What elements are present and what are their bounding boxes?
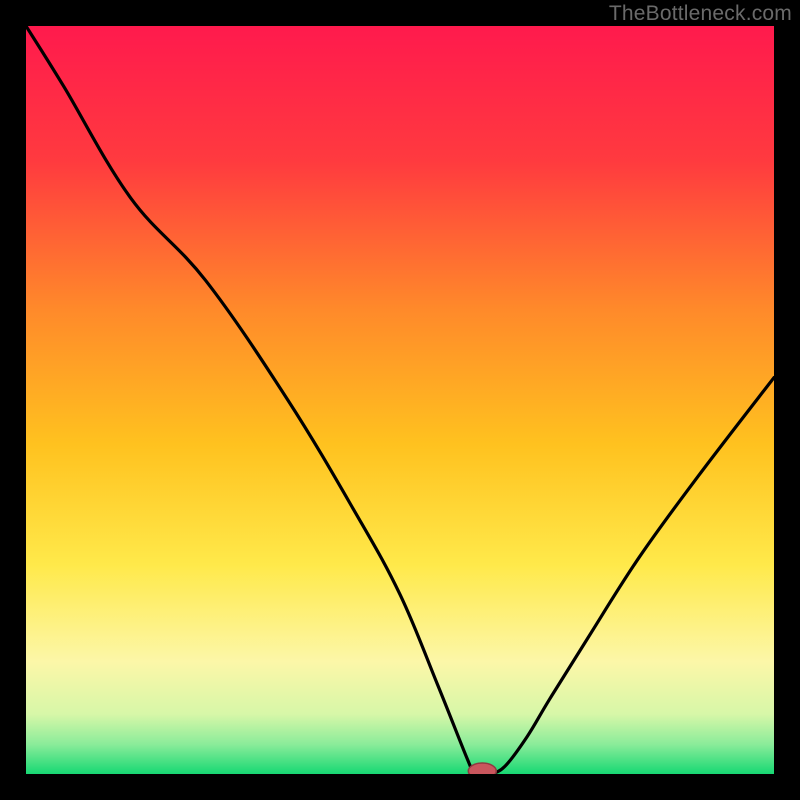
bottleneck-chart [0,0,800,800]
watermark-text: TheBottleneck.com [609,2,792,26]
chart-container: TheBottleneck.com [0,0,800,800]
plot-background [26,26,774,774]
